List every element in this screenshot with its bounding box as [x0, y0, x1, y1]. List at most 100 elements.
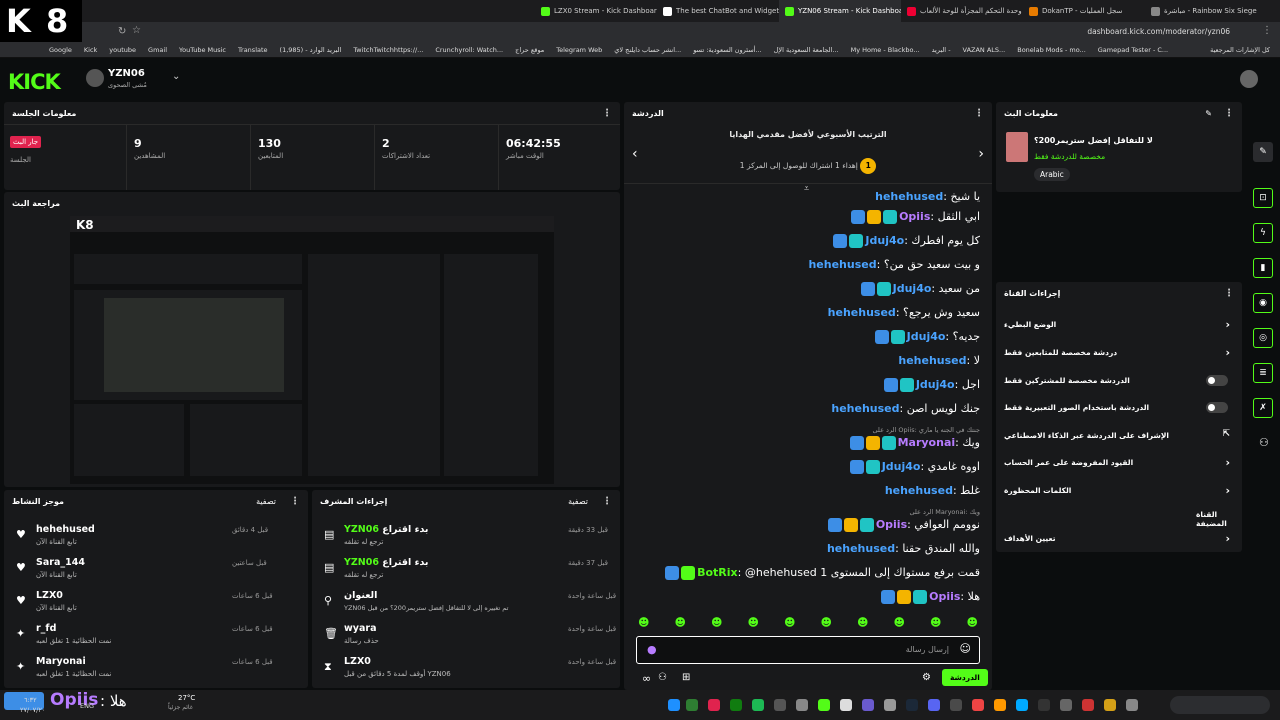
- mod-user[interactable]: LZX0: [344, 656, 371, 667]
- chat-user[interactable]: hehehused: [875, 190, 943, 203]
- tab-chatbot[interactable]: The best ChatBot and Widgets: [657, 0, 779, 22]
- filter-button[interactable]: تصفية: [568, 497, 588, 506]
- clock-time[interactable]: ٦:٣٢: [24, 696, 37, 704]
- all-bookmarks[interactable]: كل الإشارات المرجعية: [1210, 46, 1270, 54]
- user-avatar[interactable]: [1240, 70, 1258, 88]
- emote-icon[interactable]: ☻: [857, 616, 868, 632]
- emote-icon[interactable]: ☻: [967, 616, 978, 632]
- chat-user[interactable]: Jduj4o: [916, 378, 955, 391]
- emote-icon[interactable]: ☻: [675, 616, 686, 632]
- app-icon[interactable]: [1016, 699, 1028, 711]
- more-icon[interactable]: ⋮: [602, 108, 612, 119]
- activity-user[interactable]: LZX0: [36, 590, 63, 601]
- taskbar-search[interactable]: [1170, 696, 1270, 714]
- setting-host-channel[interactable]: القناة المضيفة: [996, 502, 1242, 528]
- stream-preview[interactable]: K8: [70, 216, 554, 484]
- app-icon[interactable]: [862, 699, 874, 711]
- more-icon[interactable]: ⋮: [1224, 108, 1234, 119]
- emote-icon[interactable]: ☻: [748, 616, 759, 632]
- activity-user[interactable]: Sara_144: [36, 557, 85, 568]
- emote-icon[interactable]: ☻: [930, 616, 941, 632]
- app-icon[interactable]: [796, 699, 808, 711]
- chat-user[interactable]: hehehused: [827, 542, 895, 555]
- chevron-right-icon[interactable]: ›: [1225, 532, 1230, 545]
- bookmark[interactable]: (1,985) - البريد الوارد: [280, 46, 342, 54]
- language-indicator[interactable]: ENG: [80, 702, 94, 710]
- chevron-down-icon[interactable]: ⌄: [172, 71, 180, 82]
- chat-user[interactable]: Jduj4o: [907, 330, 946, 343]
- setting-banned-words[interactable]: الكلمات المحظورة ›: [996, 478, 1242, 504]
- app-icon[interactable]: [774, 699, 786, 711]
- app-icon[interactable]: [708, 699, 720, 711]
- chat-user[interactable]: hehehused: [808, 258, 876, 271]
- setting-emote-only[interactable]: الدردشة باستخدام الصور التعبيرية فقط: [996, 395, 1242, 421]
- bookmark[interactable]: البريد -: [932, 46, 951, 54]
- chat-user[interactable]: BotRix: [697, 566, 738, 579]
- steam-icon[interactable]: [906, 699, 918, 711]
- bookmark[interactable]: Crunchyroll: Watch...: [435, 46, 503, 54]
- app-icon[interactable]: [994, 699, 1006, 711]
- setting-followers-only[interactable]: دردشة مخصصة للمتابعين فقط ›: [996, 340, 1242, 366]
- bookmark[interactable]: Gmail: [148, 46, 167, 54]
- bookmark[interactable]: الجامعة السعودية الإل...: [774, 46, 839, 54]
- chevron-right-icon[interactable]: ›: [1225, 346, 1230, 359]
- app-icon[interactable]: [686, 699, 698, 711]
- external-link-icon[interactable]: ⇱: [1222, 429, 1230, 439]
- page-icon[interactable]: ▮: [1253, 258, 1273, 278]
- chevron-right-icon[interactable]: ›: [1225, 484, 1230, 497]
- kick-logo[interactable]: KICK: [8, 70, 61, 94]
- emote-icon[interactable]: ☻: [638, 616, 649, 632]
- bookmark[interactable]: Google: [49, 46, 72, 54]
- chat-user[interactable]: Opiis: [899, 210, 930, 223]
- mic-icon[interactable]: ●: [647, 643, 657, 656]
- channel-name[interactable]: YZN06: [108, 68, 145, 79]
- setting-slow-mode[interactable]: الوضع البطيء ›: [996, 312, 1242, 338]
- url-field[interactable]: dashboard.kick.com/moderator/yzn06: [1087, 27, 1230, 36]
- tab-gamepad[interactable]: وحدة التحكم المجزأة للوحة الألعاب: [901, 0, 1023, 22]
- chat-user[interactable]: hehehused: [831, 402, 899, 415]
- broadcast-icon[interactable]: ◎: [1253, 328, 1273, 348]
- bookmark[interactable]: موقع حراج: [515, 46, 544, 54]
- mod-user[interactable]: YZN06: [344, 557, 379, 568]
- kick-icon[interactable]: [818, 699, 830, 711]
- bookmark[interactable]: Bonelab Mods - mo...: [1017, 46, 1086, 54]
- bookmark[interactable]: Telegram Web: [556, 46, 602, 54]
- tab-lzx0[interactable]: LZX0 Stream - Kick Dashboard: [535, 0, 657, 22]
- mod-user[interactable]: YZN06: [344, 524, 379, 535]
- send-button[interactable]: الدردشة: [942, 669, 988, 686]
- emote-icon[interactable]: ☻: [821, 616, 832, 632]
- chat-input[interactable]: ● إرسال رسالة ☺: [636, 636, 980, 664]
- app-icon[interactable]: [972, 699, 984, 711]
- chat-user[interactable]: Jduj4o: [882, 460, 921, 473]
- chat-user[interactable]: Maryonai: [898, 436, 956, 449]
- activity-user[interactable]: Maryonai: [36, 656, 86, 667]
- app-icon[interactable]: [1060, 699, 1072, 711]
- emote-icon[interactable]: ☻: [894, 616, 905, 632]
- tab-rainbow[interactable]: مباشرة - Rainbow Six Siege: [1145, 0, 1267, 22]
- emote-icon[interactable]: ☻: [711, 616, 722, 632]
- chat-user[interactable]: hehehused: [828, 306, 896, 319]
- users-icon[interactable]: ⚇: [658, 672, 667, 683]
- bookmark[interactable]: Translate: [238, 46, 268, 54]
- more-icon[interactable]: ⋮: [290, 496, 300, 507]
- tab-yzn06[interactable]: YZN06 Stream - Kick Dashboard: [779, 0, 901, 22]
- bookmark[interactable]: YouTube Music: [179, 46, 226, 54]
- tab-dokan[interactable]: DokanTP - سجل العمليات: [1023, 0, 1145, 22]
- discord-icon[interactable]: [928, 699, 940, 711]
- app-icon[interactable]: [668, 699, 680, 711]
- bookmark[interactable]: انشر حساب دايلنج لاي...: [614, 46, 681, 54]
- more-icon[interactable]: ⋮: [1224, 288, 1234, 299]
- bookmark[interactable]: My Home - Blackbo...: [851, 46, 920, 54]
- users-icon[interactable]: ⚇: [1259, 436, 1269, 449]
- spotify-icon[interactable]: [752, 699, 764, 711]
- edit-icon[interactable]: ✎: [1253, 142, 1273, 162]
- more-icon[interactable]: ⋮: [974, 108, 984, 119]
- emote-only-toggle[interactable]: [1206, 402, 1228, 413]
- app-icon[interactable]: [884, 699, 896, 711]
- setting-ai-moderation[interactable]: الإشراف على الدردشة عبر الذكاء الاصطناعي…: [996, 423, 1242, 449]
- stream-category[interactable]: مخصصة للدردشة فقط: [1034, 152, 1105, 161]
- activity-user[interactable]: r_fd: [36, 623, 56, 634]
- chat-user[interactable]: Jduj4o: [893, 282, 932, 295]
- activity-user[interactable]: hehehused: [36, 524, 95, 535]
- gear-icon[interactable]: ⚙: [922, 672, 931, 683]
